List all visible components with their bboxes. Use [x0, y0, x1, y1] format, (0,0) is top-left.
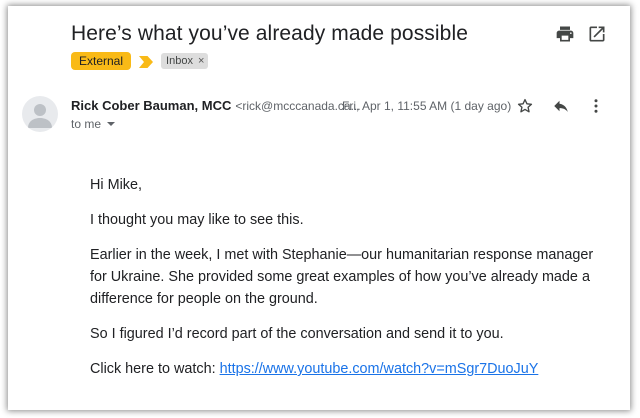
- inbox-label: Inbox ×: [161, 53, 209, 69]
- reply-icon[interactable]: [552, 97, 570, 115]
- watch-line: Click here to watch: https://www.youtube…: [90, 358, 610, 380]
- print-icon[interactable]: [555, 24, 575, 44]
- email-body: Hi Mike, I thought you may like to see t…: [90, 174, 610, 393]
- email-date: Fri, Apr 1, 11:55 AM (1 day ago): [342, 99, 512, 113]
- chevron-down-icon[interactable]: [107, 122, 116, 126]
- body-paragraph-2: Earlier in the week, I met with Stephani…: [90, 247, 594, 307]
- recipients-toggle[interactable]: to me: [71, 117, 116, 131]
- sender-line: Rick Cober Bauman, MCC <rick@mcccanada.c…: [71, 98, 361, 113]
- email-subject: Here’s what you’ve already made possible: [71, 22, 468, 45]
- person-avatar-icon: [22, 96, 58, 132]
- email-view: Here’s what you’ve already made possible…: [8, 6, 630, 410]
- external-label: External: [71, 52, 132, 70]
- watch-prefix: Click here to watch:: [90, 361, 216, 377]
- sender-name[interactable]: Rick Cober Bauman, MCC: [71, 98, 231, 113]
- star-icon[interactable]: [516, 97, 534, 115]
- recipients-text: to me: [71, 117, 102, 131]
- greeting: Hi Mike,: [90, 177, 142, 193]
- importance-marker-icon[interactable]: [139, 55, 154, 68]
- remove-label-icon[interactable]: ×: [198, 53, 204, 69]
- youtube-link[interactable]: https://www.youtube.com/watch?v=mSgr7Duo…: [220, 361, 539, 377]
- label-row: External Inbox ×: [71, 52, 209, 70]
- more-vert-icon[interactable]: [587, 97, 605, 115]
- body-paragraph-1: I thought you may like to see this.: [90, 212, 304, 228]
- inbox-label-text: Inbox: [166, 55, 193, 67]
- open-in-new-window-icon[interactable]: [587, 24, 607, 44]
- body-paragraph-3: So I figured I’d record part of the conv…: [90, 326, 504, 342]
